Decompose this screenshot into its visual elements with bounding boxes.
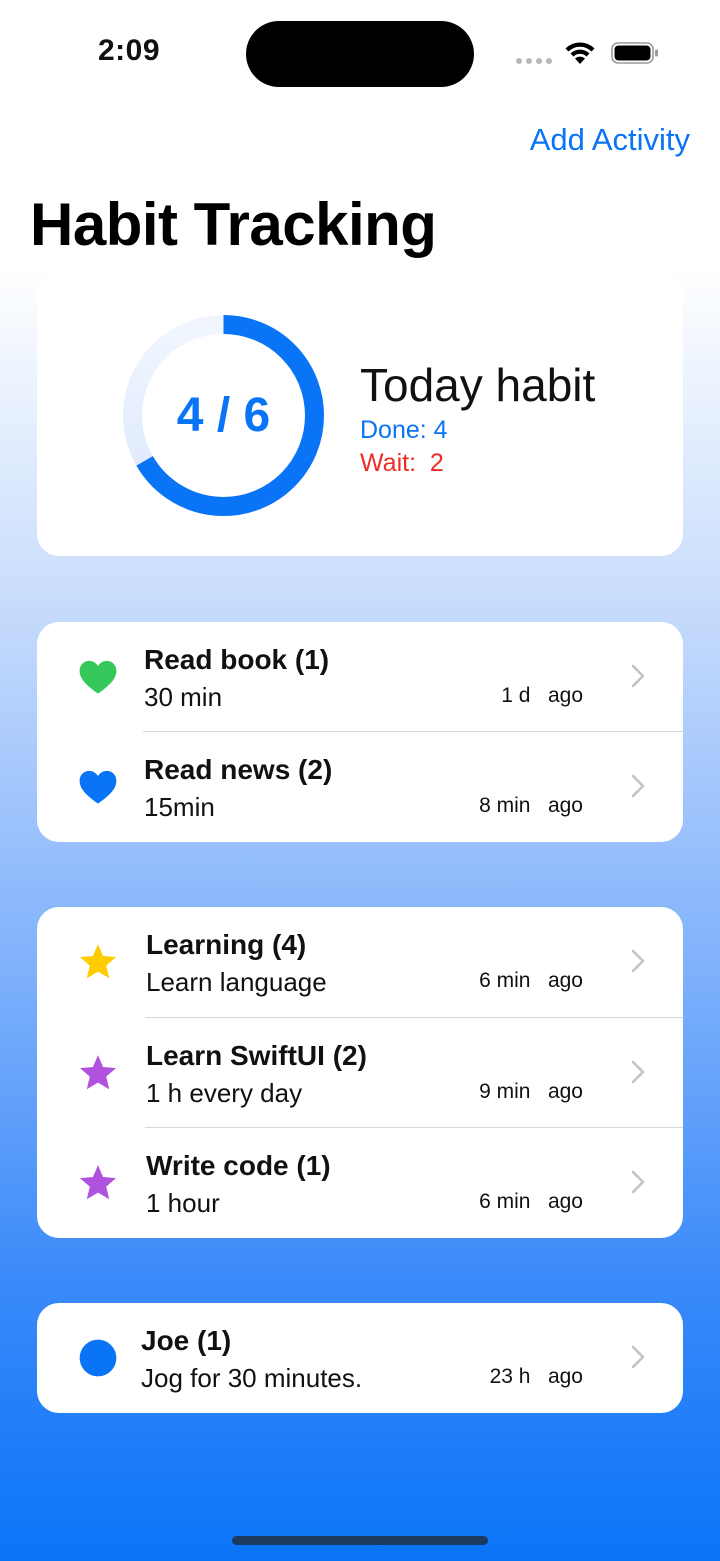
done-count-label: Done: 4 bbox=[360, 416, 448, 444]
habit-group-exercise: Joe (1) Jog for 30 minutes. 23 h ago bbox=[37, 1303, 683, 1413]
habit-elapsed: 6 min ago bbox=[479, 1190, 583, 1213]
habit-row-joe[interactable]: Joe (1) Jog for 30 minutes. 23 h ago bbox=[37, 1303, 683, 1413]
habit-group-health: Read book (1) 30 min 1 d ago Read news (… bbox=[37, 622, 683, 842]
habit-subtitle: 1 hour bbox=[146, 1188, 220, 1218]
chevron-right-icon bbox=[631, 1170, 645, 1194]
chevron-right-icon bbox=[631, 1060, 645, 1084]
habit-title: Read book (1) bbox=[144, 644, 330, 675]
cellular-icon bbox=[516, 58, 552, 64]
habit-title: Joe (1) bbox=[141, 1325, 232, 1356]
habit-row-learning[interactable]: Learning (4) Learn language 6 min ago bbox=[37, 907, 683, 1017]
habit-subtitle: Learn language bbox=[146, 967, 327, 997]
habit-subtitle: 15min bbox=[144, 792, 215, 822]
habit-elapsed: 1 d ago bbox=[501, 684, 583, 707]
chevron-right-icon bbox=[631, 949, 645, 973]
today-habit-title: Today habit bbox=[360, 359, 596, 411]
habit-elapsed: 6 min ago bbox=[479, 969, 583, 992]
habit-row-write-code[interactable]: Write code (1) 1 hour 6 min ago bbox=[37, 1128, 683, 1238]
circle-icon bbox=[79, 1339, 117, 1377]
habit-elapsed: 9 min ago bbox=[479, 1080, 583, 1103]
wait-count-label: Wait: 2 bbox=[360, 449, 444, 477]
status-time: 2:09 bbox=[98, 34, 161, 67]
battery-icon bbox=[611, 42, 658, 64]
habit-subtitle: 1 h every day bbox=[146, 1078, 303, 1108]
heart-icon bbox=[79, 770, 117, 804]
habit-title: Learn SwiftUI (2) bbox=[146, 1040, 367, 1071]
habit-row-learn-swiftui[interactable]: Learn SwiftUI (2) 1 h every day 9 min ag… bbox=[37, 1018, 683, 1128]
habit-elapsed: 8 min ago bbox=[479, 794, 583, 817]
home-indicator bbox=[232, 1536, 488, 1545]
habit-row-read-book[interactable]: Read book (1) 30 min 1 d ago bbox=[37, 622, 683, 732]
heart-icon bbox=[79, 660, 117, 694]
habit-row-read-news[interactable]: Read news (2) 15min 8 min ago bbox=[37, 732, 683, 842]
star-icon bbox=[79, 1165, 117, 1200]
habit-elapsed: 23 h ago bbox=[489, 1365, 583, 1388]
habit-group-learning: Learning (4) Learn language 6 min ago Le… bbox=[37, 907, 683, 1238]
add-activity-button[interactable]: Add Activity bbox=[530, 122, 690, 158]
habit-title: Write code (1) bbox=[146, 1150, 331, 1181]
chevron-right-icon bbox=[631, 664, 645, 688]
habit-subtitle: 30 min bbox=[144, 682, 223, 712]
status-bar: 2:09 bbox=[0, 0, 720, 100]
star-icon bbox=[79, 944, 117, 979]
star-icon bbox=[79, 1055, 117, 1090]
page-title: Habit Tracking bbox=[30, 191, 437, 258]
habit-subtitle: Jog for 30 minutes. bbox=[141, 1363, 363, 1393]
dynamic-island bbox=[246, 21, 474, 87]
habit-title: Read news (2) bbox=[144, 754, 333, 785]
chevron-right-icon bbox=[631, 1345, 645, 1369]
habit-title: Learning (4) bbox=[146, 929, 307, 960]
wifi-icon bbox=[565, 42, 595, 64]
progress-count: 4 / 6 bbox=[176, 389, 271, 442]
chevron-right-icon bbox=[631, 774, 645, 798]
